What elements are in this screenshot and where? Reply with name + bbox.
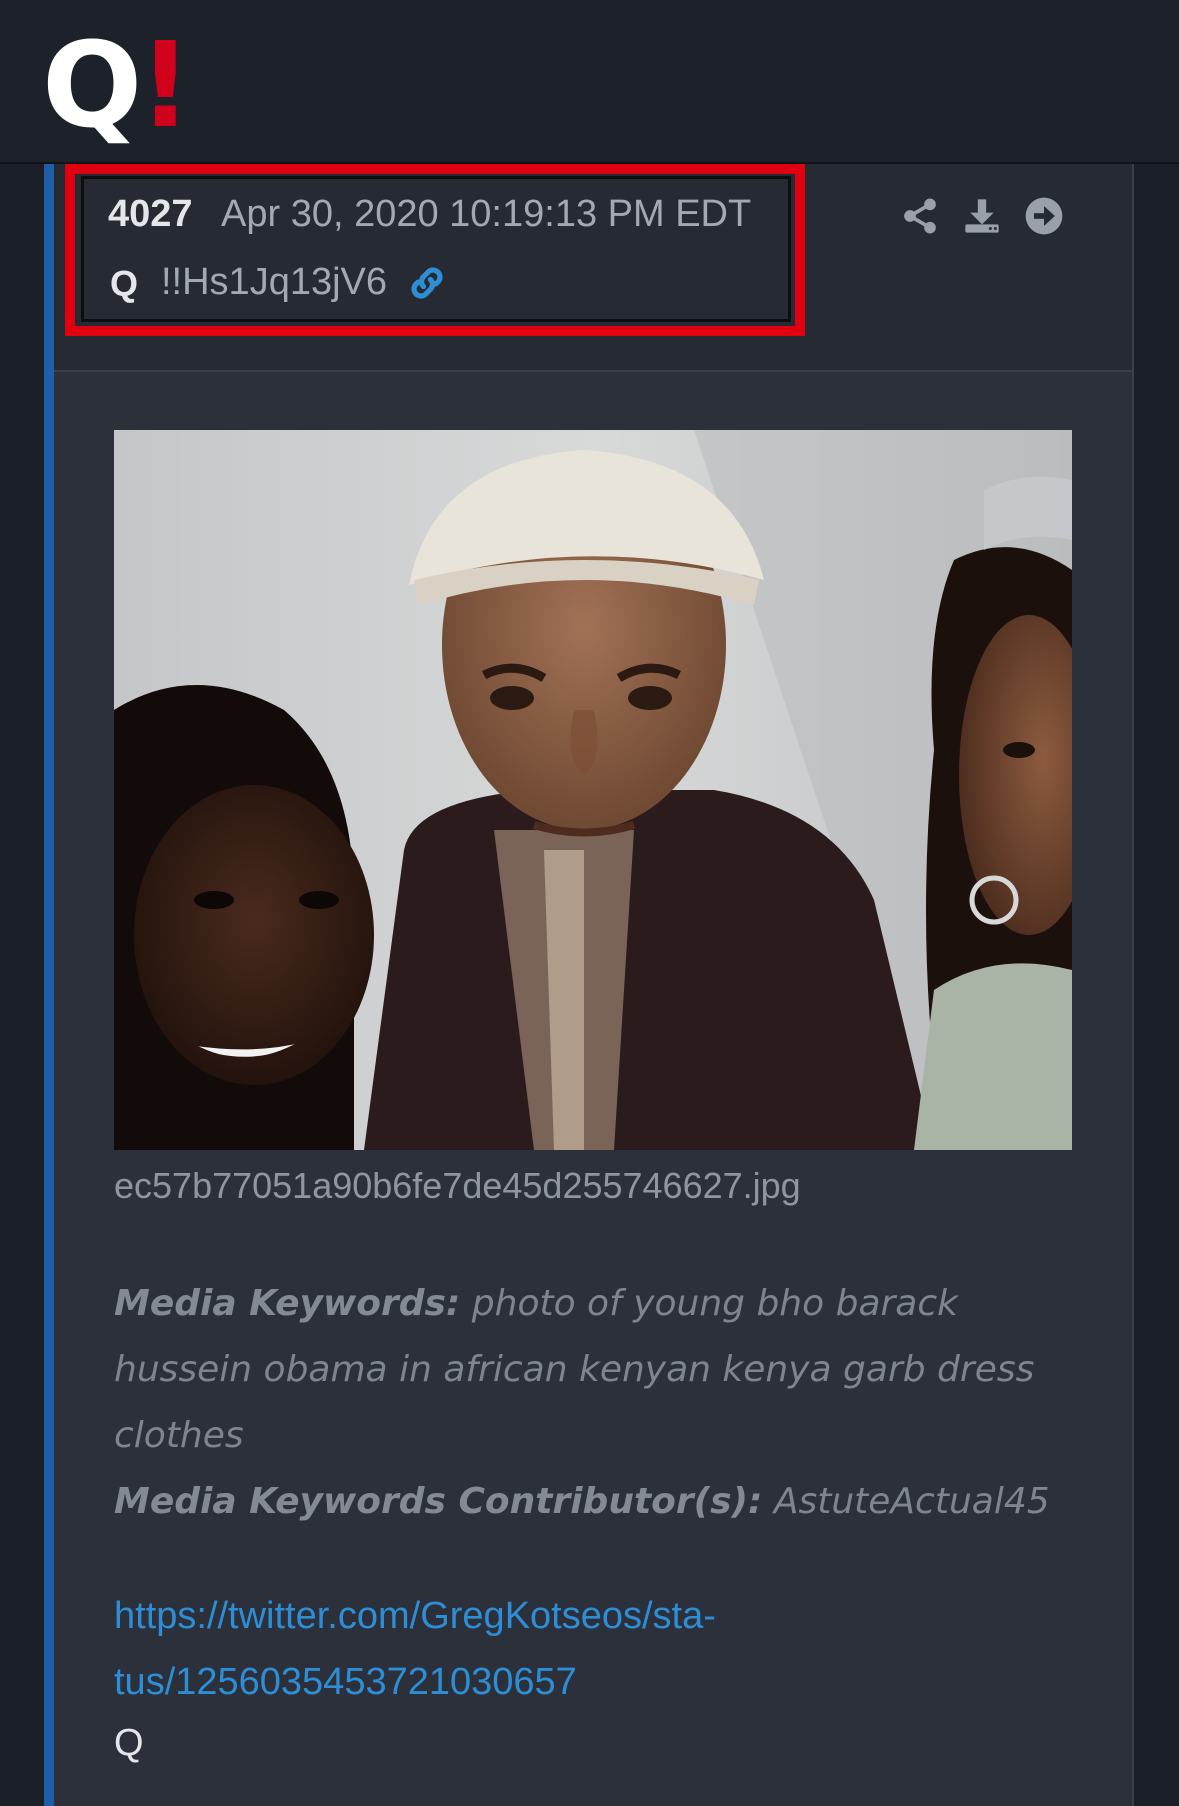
- post-accent-bar: [44, 164, 54, 1806]
- share-icon[interactable]: [900, 196, 940, 236]
- post-timestamp: Apr 30, 2020 10:19:13 PM EDT: [221, 193, 752, 235]
- media-keywords-contributor: Media Keywords Contributor(s): AstuteAct…: [114, 1469, 1074, 1535]
- post-number[interactable]: 4027: [108, 193, 193, 236]
- arrow-right-icon[interactable]: [1024, 196, 1064, 236]
- top-bar: Q!: [0, 0, 1179, 164]
- twitter-link[interactable]: https://twitter.com/GregKotseos/sta- tus…: [114, 1583, 834, 1715]
- media-keywords-line: Media Keywords: photo of young bho barac…: [114, 1271, 1074, 1337]
- q-logo[interactable]: Q!: [42, 26, 192, 144]
- twitter-link-line[interactable]: https://twitter.com/GregKotseos/sta-: [114, 1583, 834, 1649]
- media-keywords-contributor-name: AstuteActual45: [773, 1481, 1050, 1522]
- download-icon[interactable]: [962, 196, 1002, 236]
- post-border: [1132, 164, 1134, 1806]
- media-keywords-line: hussein obama in african kenyan kenya ga…: [114, 1349, 1035, 1390]
- media-keywords-line: clothes: [114, 1415, 244, 1456]
- twitter-link-line[interactable]: tus/1256035453721030657: [114, 1649, 834, 1715]
- post-image[interactable]: [114, 430, 1072, 1150]
- image-filename[interactable]: ec57b77051a90b6fe7de45d255746627.jpg: [114, 1165, 801, 1207]
- media-keywords-text: photo of young bho barack: [471, 1283, 959, 1324]
- post-tripcode: !!Hs1Jq13jV6: [161, 261, 388, 303]
- media-keywords-contributor-label: Media Keywords Contributor(s):: [114, 1481, 763, 1522]
- post-author: Q: [110, 263, 139, 304]
- post-signature: Q: [114, 1722, 144, 1764]
- media-keywords-label: Media Keywords:: [114, 1283, 461, 1324]
- link-icon[interactable]: [406, 262, 448, 304]
